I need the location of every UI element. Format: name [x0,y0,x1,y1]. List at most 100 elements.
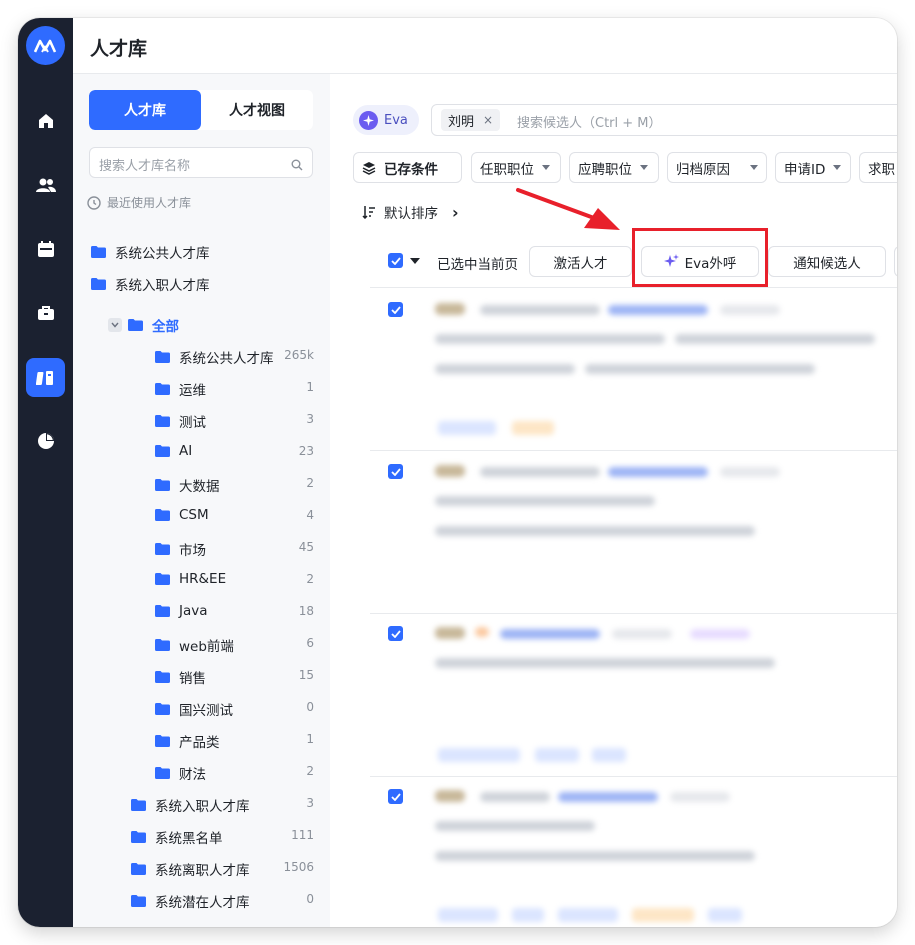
recent-item-onboard[interactable]: 系统入职人才库 [91,274,210,294]
folder-icon [155,605,170,617]
divider [370,450,897,451]
library-item[interactable]: HR&EE [155,571,226,587]
eva-button[interactable]: Eva [353,105,419,135]
search-icon[interactable] [291,156,303,175]
search-placeholder: 搜索候选人（Ctrl + M） [517,116,662,131]
row-checkbox[interactable] [388,302,403,317]
library-item-count: 2 [306,764,314,778]
close-icon[interactable]: × [483,113,493,127]
folder-icon [155,351,170,363]
folder-icon [155,445,170,457]
caret-down-icon[interactable] [410,258,420,264]
library-item-label: HR&EE [179,571,227,587]
row-checkbox[interactable] [388,464,403,479]
folder-icon [155,383,170,395]
activate-talent-button[interactable]: 激活人才 [529,246,632,277]
folder-icon [155,639,170,651]
recent-item-public[interactable]: 系统公共人才库 [91,242,210,262]
library-item[interactable]: 产品类 [155,731,220,751]
row-checkbox[interactable] [388,626,403,641]
library-sidebar: 人才库 人才视图 搜索人才库名称 最近使用人才库 系统公共人才库 系统入职人才库… [73,74,333,927]
tab-talent-library[interactable]: 人才库 [89,90,201,130]
filter-label: 任职职位 [480,161,534,178]
recent-header: 最近使用人才库 [87,194,191,211]
nav-rail [18,18,73,927]
library-tab-switch: 人才库 人才视图 [89,90,313,130]
sort-control[interactable]: 默认排序 › [362,202,459,222]
folder-icon [155,573,170,585]
library-item-count: 1 [306,380,314,394]
notify-candidate-button[interactable]: 通知候选人 [768,246,886,277]
app-logo[interactable] [26,26,65,65]
library-item[interactable]: CSM [155,507,209,523]
calendar-icon[interactable] [26,229,65,268]
folder-icon [128,319,143,331]
library-item-label: 系统黑名单 [155,831,223,847]
library-item-count: 23 [298,444,314,458]
layers-icon [362,161,376,175]
talent-library-icon[interactable] [26,358,65,397]
chevron-right-icon[interactable]: › [452,203,459,222]
caret-down-icon [833,165,842,170]
folder-icon [155,415,170,427]
filter-dropdown[interactable]: 应聘职位 [569,152,659,183]
library-item[interactable]: Java [155,603,208,619]
folder-icon [155,509,170,521]
filter-label: 申请ID [784,161,826,178]
more-action-button[interactable] [894,246,897,277]
library-search-input[interactable]: 搜索人才库名称 [89,147,313,178]
library-item[interactable]: AI [155,443,192,459]
reports-icon[interactable] [26,421,65,460]
library-item[interactable]: 国兴测试 [155,699,233,719]
library-item[interactable]: 运维 [155,379,206,399]
annotation-highlight-box [632,228,768,287]
saved-conditions-button[interactable]: 已存条件 [353,152,462,183]
tab-talent-view[interactable]: 人才视图 [201,90,313,130]
app-window: 人才库 人才库 人才视图 搜索人才库名称 最近使用人才库 系统公共人才库 系统入… [18,18,897,927]
home-icon[interactable] [26,101,65,140]
folder-icon [131,831,146,843]
divider [370,776,897,777]
caret-down-icon [640,165,648,170]
briefcase-icon[interactable] [26,293,65,332]
library-item[interactable]: 测试 [155,411,206,431]
library-item[interactable]: 市场 [155,539,206,559]
library-item[interactable]: 财法 [155,763,206,783]
library-search-placeholder: 搜索人才库名称 [99,159,191,174]
clock-icon [87,195,101,210]
folder-icon [155,479,170,491]
library-item[interactable]: 系统公共人才库 [155,347,274,367]
chip-label: 刘明 [448,114,475,130]
library-item[interactable]: 系统离职人才库 [131,859,250,879]
tree-root-all[interactable]: 全部 [108,315,179,335]
filter-dropdown[interactable]: 申请ID [775,152,851,183]
library-item-count: 3 [306,412,314,426]
filter-dropdown[interactable]: 求职 [859,152,897,183]
library-item-count: 265k [284,348,314,362]
library-item-label: AI [179,443,193,459]
library-item[interactable]: 大数据 [155,475,220,495]
candidates-icon[interactable] [26,165,65,204]
divider [370,613,897,614]
library-item-count: 18 [298,604,314,618]
chevron-down-icon[interactable] [108,318,122,332]
library-item-label: Java [179,603,208,619]
library-item[interactable]: 系统潜在人才库 [131,891,250,911]
filter-dropdown[interactable]: 归档原因 [667,152,767,183]
candidate-search-input[interactable]: 刘明 × 搜索候选人（Ctrl + M） [431,104,897,136]
filter-label: 归档原因 [676,161,730,178]
library-item[interactable]: web前端 [155,635,234,655]
folder-icon [91,278,106,290]
filter-dropdown[interactable]: 任职职位 [471,152,561,183]
library-item[interactable]: 系统入职人才库 [131,795,250,815]
recent-item-label: 系统公共人才库 [115,246,210,262]
select-all-checkbox[interactable] [388,253,403,268]
library-item[interactable]: 销售 [155,667,206,687]
notify-label: 通知候选人 [793,255,861,272]
library-item[interactable]: 系统黑名单 [131,827,223,847]
library-item-count: 6 [306,636,314,650]
row-checkbox[interactable] [388,789,403,804]
search-chip: 刘明 × [441,109,501,131]
library-item-label: 销售 [179,671,206,687]
library-item-label: 系统入职人才库 [155,799,250,815]
